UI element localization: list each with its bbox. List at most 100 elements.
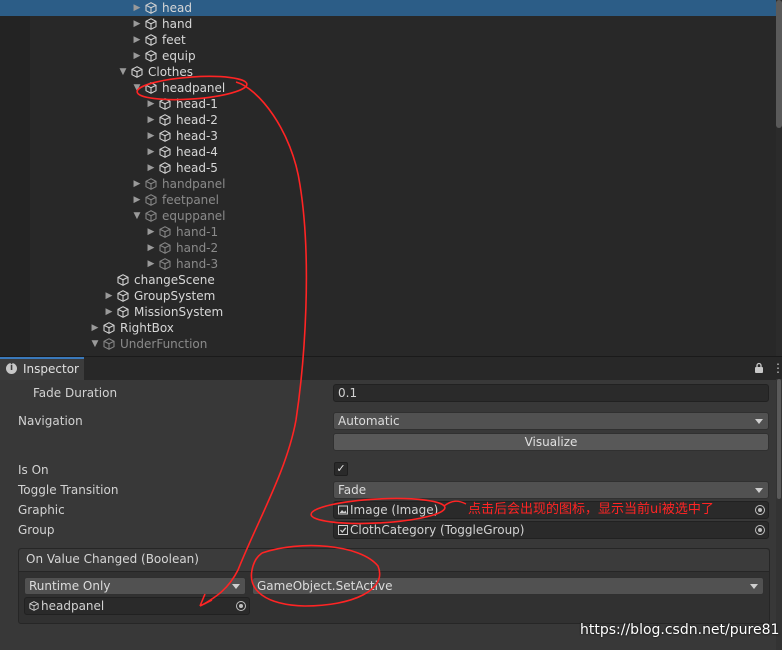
object-picker-icon[interactable]	[236, 601, 246, 611]
gameobject-cube-icon	[159, 258, 171, 270]
collapsed-arrow-icon[interactable]: ▶	[146, 224, 156, 240]
hierarchy-item-label: hand-3	[176, 257, 219, 271]
collapsed-arrow-icon[interactable]: ▶	[146, 96, 156, 112]
hierarchy-item-label: changeScene	[134, 273, 215, 287]
gameobject-cube-icon	[145, 18, 157, 30]
collapsed-arrow-icon[interactable]: ▶	[132, 48, 142, 64]
collapsed-arrow-icon[interactable]: ▶	[146, 144, 156, 160]
collapsed-arrow-icon[interactable]: ▶	[146, 128, 156, 144]
gameobject-cube-icon	[145, 210, 157, 222]
visualize-button[interactable]: Visualize	[333, 433, 769, 451]
collapsed-arrow-icon[interactable]: ▶	[132, 32, 142, 48]
hierarchy-item[interactable]: ▼ Clothes	[0, 64, 782, 80]
hierarchy-item[interactable]: ▶ head-2	[0, 112, 782, 128]
fade-duration-input[interactable]: 0.1	[333, 384, 769, 402]
more-menu-icon[interactable]: ⋮	[772, 361, 782, 375]
cube-icon	[29, 601, 39, 611]
group-object-field[interactable]: ClothCategory (ToggleGroup)	[333, 521, 769, 539]
runtime-value: Runtime Only	[29, 579, 111, 593]
hierarchy-item[interactable]: ▶ head-5	[0, 160, 782, 176]
hierarchy-item[interactable]: ▶ hand-2	[0, 240, 782, 256]
watermark: https://blog.csdn.net/pure81	[580, 622, 780, 638]
function-dropdown[interactable]: GameObject.SetActive	[252, 577, 764, 595]
gameobject-cube-icon	[159, 130, 171, 142]
gameobject-cube-icon	[159, 98, 171, 110]
gameobject-cube-icon	[145, 82, 157, 94]
collapsed-arrow-icon[interactable]: ▶	[132, 0, 142, 16]
collapsed-arrow-icon[interactable]: ▶	[132, 16, 142, 32]
object-picker-icon[interactable]	[755, 505, 765, 515]
collapsed-arrow-icon[interactable]: ▶	[132, 192, 142, 208]
hierarchy-item-label: head-3	[176, 129, 218, 143]
collapsed-arrow-icon[interactable]: ▶	[146, 160, 156, 176]
gameobject-cube-icon	[145, 50, 157, 62]
fade-duration-label: Fade Duration	[33, 386, 118, 400]
hierarchy-item[interactable]: ▶ head	[0, 0, 782, 16]
hierarchy-item-label: MissionSystem	[134, 305, 224, 319]
hierarchy-item[interactable]: ▶ head-4	[0, 144, 782, 160]
toggle-group-icon	[338, 525, 348, 535]
hierarchy-item-label: head-5	[176, 161, 218, 175]
hierarchy-item[interactable]: ▶ MissionSystem	[0, 304, 782, 320]
runtime-dropdown[interactable]: Runtime Only	[24, 577, 246, 595]
gameobject-cube-icon	[159, 114, 171, 126]
hierarchy-item[interactable]: ▶ hand-1	[0, 224, 782, 240]
hierarchy-item-label: head	[162, 1, 192, 15]
hierarchy-scrollbar[interactable]	[776, 0, 782, 356]
on-value-changed-header: On Value Changed (Boolean)	[19, 549, 769, 572]
checkmark-icon: ✓	[336, 462, 346, 475]
expanded-arrow-icon[interactable]: ▼	[132, 208, 142, 224]
expanded-arrow-icon[interactable]: ▼	[132, 80, 142, 96]
collapsed-arrow-icon[interactable]: ▶	[104, 288, 114, 304]
hierarchy-item[interactable]: ▶ feet	[0, 32, 782, 48]
hierarchy-item[interactable]: ▶ hand	[0, 16, 782, 32]
hierarchy-item[interactable]: changeScene	[0, 272, 782, 288]
gameobject-cube-icon	[117, 274, 129, 286]
group-value: ClothCategory (ToggleGroup)	[350, 523, 525, 537]
hierarchy-scrollbar-thumb[interactable]	[776, 0, 782, 128]
object-picker-icon[interactable]	[755, 525, 765, 535]
collapsed-arrow-icon[interactable]: ▶	[146, 240, 156, 256]
expanded-arrow-icon[interactable]: ▼	[90, 336, 100, 352]
inspector-scrollbar-thumb[interactable]	[777, 379, 781, 499]
inspector-panel: i Inspector ⋮ Fade Duration 0.1 Navigati…	[0, 356, 782, 650]
hierarchy-item[interactable]: ▶ GroupSystem	[0, 288, 782, 304]
hierarchy-item[interactable]: ▶ feetpanel	[0, 192, 782, 208]
hierarchy-item-label: hand-2	[176, 241, 219, 255]
collapsed-arrow-icon[interactable]: ▶	[132, 176, 142, 192]
gameobject-cube-icon	[145, 194, 157, 206]
hierarchy-item[interactable]: ▼ equppanel	[0, 208, 782, 224]
chevron-down-icon	[750, 584, 758, 589]
target-object-field[interactable]: headpanel	[24, 597, 250, 615]
chevron-down-icon	[232, 584, 240, 589]
hierarchy-item[interactable]: ▶ handpanel	[0, 176, 782, 192]
gameobject-cube-icon	[159, 242, 171, 254]
navigation-label: Navigation	[18, 414, 83, 428]
toggle-transition-dropdown[interactable]: Fade	[333, 481, 769, 499]
hierarchy-item[interactable]: ▶ head-3	[0, 128, 782, 144]
collapsed-arrow-icon[interactable]: ▶	[90, 320, 100, 336]
hierarchy-item[interactable]: ▶ hand-3	[0, 256, 782, 272]
chevron-down-icon	[755, 488, 763, 493]
is-on-checkbox[interactable]: ✓	[334, 462, 348, 476]
hierarchy-item[interactable]: ▼ UnderFunction	[0, 336, 782, 352]
hierarchy-item[interactable]: ▶ head-1	[0, 96, 782, 112]
collapsed-arrow-icon[interactable]: ▶	[146, 256, 156, 272]
hierarchy-item-label: Clothes	[148, 65, 193, 79]
tab-inspector[interactable]: i Inspector	[0, 357, 84, 380]
on-value-changed-title: On Value Changed (Boolean)	[26, 552, 199, 566]
target-value: headpanel	[41, 599, 105, 613]
hierarchy-item[interactable]: ▶ RightBox	[0, 320, 782, 336]
lock-icon[interactable]	[754, 362, 764, 374]
inspector-tab-bar: i Inspector ⋮	[0, 356, 782, 380]
expanded-arrow-icon[interactable]: ▼	[118, 64, 128, 80]
navigation-dropdown[interactable]: Automatic	[333, 412, 769, 430]
hierarchy-item[interactable]: ▼ headpanel	[0, 80, 782, 96]
hierarchy-item[interactable]: ▶ equip	[0, 48, 782, 64]
group-label: Group	[18, 523, 55, 537]
hierarchy-item-label: head-1	[176, 97, 218, 111]
collapsed-arrow-icon[interactable]: ▶	[104, 304, 114, 320]
graphic-value: Image (Image)	[350, 503, 439, 517]
is-on-label: Is On	[18, 463, 49, 477]
collapsed-arrow-icon[interactable]: ▶	[146, 112, 156, 128]
